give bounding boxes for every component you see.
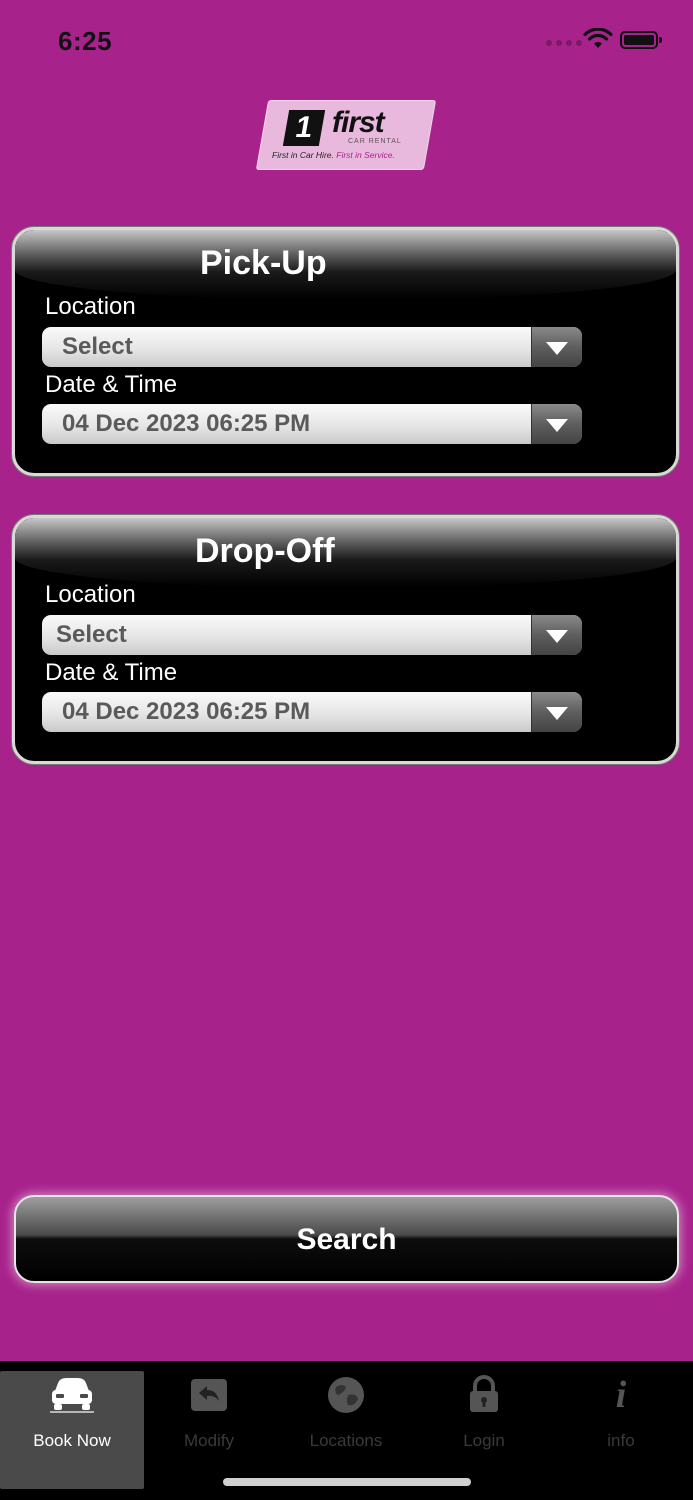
- home-indicator: [223, 1478, 471, 1486]
- tab-label: Locations: [309, 1431, 383, 1450]
- chevron-down-icon[interactable]: [531, 692, 582, 732]
- tab-info[interactable]: i info: [549, 1371, 693, 1489]
- dropoff-title: Drop-Off: [195, 532, 335, 570]
- pickup-location-select[interactable]: Select: [42, 327, 582, 367]
- tab-modify[interactable]: Modify: [137, 1371, 281, 1489]
- tab-label: Modify: [183, 1431, 235, 1450]
- logo-tagline-1: First in Car Hire.: [272, 150, 334, 160]
- tab-login[interactable]: Login: [412, 1371, 556, 1489]
- tab-label: Login: [463, 1431, 505, 1450]
- chevron-down-icon[interactable]: [531, 615, 582, 655]
- chevron-down-icon[interactable]: [531, 404, 582, 444]
- wifi-icon: [583, 27, 613, 55]
- tab-label: info: [607, 1431, 635, 1450]
- dropoff-datetime-value: 04 Dec 2023 06:25 PM: [62, 698, 311, 725]
- brand-logo: 1 first CAR RENTAL First in Car Hire. Fi…: [255, 100, 437, 170]
- pickup-panel: Pick-Up Location Select Date & Time 04 D…: [12, 227, 679, 476]
- dropoff-datetime-label: Date & Time: [45, 659, 178, 686]
- dropoff-location-label: Location: [45, 581, 136, 608]
- status-bar: 6:25: [0, 0, 693, 84]
- tab-label: Book Now: [33, 1431, 111, 1450]
- dropoff-panel: Drop-Off Location Select Date & Time 04 …: [12, 515, 679, 764]
- dropoff-location-select[interactable]: Select: [42, 615, 582, 655]
- info-icon: i: [615, 1374, 627, 1416]
- pickup-location-value: Select: [62, 333, 133, 360]
- pickup-title: Pick-Up: [200, 244, 327, 282]
- chevron-down-icon[interactable]: [531, 327, 582, 367]
- pickup-datetime-label: Date & Time: [45, 371, 178, 398]
- search-button[interactable]: Search: [14, 1195, 679, 1283]
- globe-icon: [326, 1375, 366, 1420]
- car-icon: [48, 1375, 96, 1420]
- pickup-datetime-value: 04 Dec 2023 06:25 PM: [62, 410, 311, 437]
- logo-subtitle: CAR RENTAL: [348, 138, 402, 145]
- cellular-signal-icon: [546, 40, 582, 46]
- pickup-datetime-select[interactable]: 04 Dec 2023 06:25 PM: [42, 404, 582, 444]
- tab-locations[interactable]: Locations: [274, 1371, 418, 1489]
- pickup-location-label: Location: [45, 293, 136, 320]
- lock-icon: [467, 1375, 501, 1420]
- search-button-label: Search: [296, 1223, 397, 1256]
- logo-tagline-2: First in Service.: [336, 150, 395, 160]
- logo-tagline: First in Car Hire. First in Service.: [272, 150, 395, 160]
- battery-icon: [620, 31, 662, 49]
- tab-book-now[interactable]: Book Now: [0, 1371, 144, 1489]
- dropoff-location-value: Select: [56, 621, 127, 648]
- status-time: 6:25: [58, 26, 113, 56]
- logo-brand-text: first: [332, 106, 385, 139]
- back-arrow-icon: [189, 1375, 229, 1420]
- dropoff-datetime-select[interactable]: 04 Dec 2023 06:25 PM: [42, 692, 582, 732]
